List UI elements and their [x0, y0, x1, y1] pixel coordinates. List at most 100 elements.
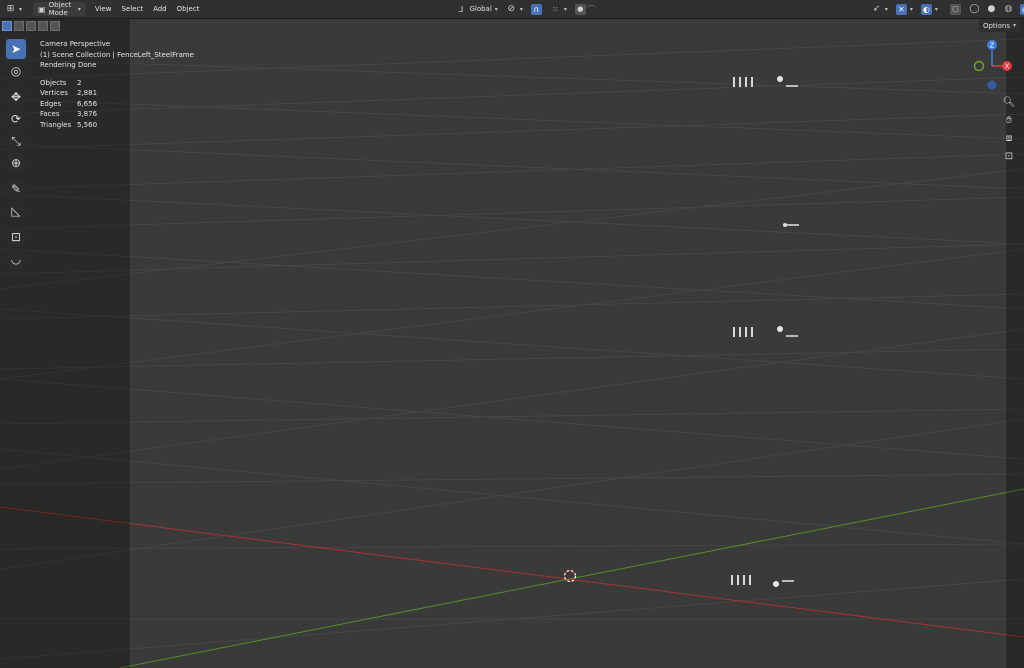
rotate-icon: ⟳ — [10, 112, 22, 126]
stat-label: Edges — [40, 99, 62, 108]
overlays-icon: ◐ — [920, 3, 932, 15]
xray-toggle[interactable]: ▢ — [947, 2, 964, 16]
transform-tool[interactable]: ⊕ — [6, 153, 26, 173]
stat-value: 5,560 — [77, 120, 98, 129]
light-objects-group-3[interactable] — [728, 324, 808, 346]
options-label: Options — [982, 21, 1010, 30]
add-cube-tool[interactable]: ⊡ — [6, 227, 26, 247]
editor-type-dropdown[interactable]: ⊞ ▾ — [2, 2, 25, 16]
tools-toolbar: ➤ ◎ ✥ ⟳ ⤡ ⊕ ✎ ◺ ⊡ ◡ — [6, 39, 30, 271]
scale-icon: ⤡ — [11, 133, 21, 148]
scale-tool[interactable]: ⤡ — [6, 131, 26, 151]
solid-shading-icon: ● — [987, 4, 996, 14]
lock-icon: ⊡ — [1004, 150, 1014, 162]
snap-grid-icon: ⁙ — [551, 4, 559, 14]
collection-line: (1) Scene Collection | FenceLeft_SteelFr… — [40, 50, 194, 59]
chevron-down-icon: ▾ — [77, 5, 81, 13]
view-name: Camera Perspective — [40, 40, 111, 48]
rendered-shading-icon: ◉ — [1019, 3, 1024, 15]
material-shading-icon: ◍ — [1004, 4, 1013, 14]
chevron-down-icon: ▾ — [884, 5, 888, 13]
stat-value: 6,656 — [77, 99, 98, 108]
gizmo-visibility-dropdown[interactable]: ➶ ▾ — [868, 2, 891, 16]
shading-rendered[interactable]: ◉▾ — [1017, 2, 1024, 16]
options-dropdown[interactable]: Options ▾ — [978, 19, 1020, 32]
stat-label: Faces — [40, 110, 60, 118]
pivot-point-dropdown[interactable]: ⊘ ▾ — [503, 2, 526, 16]
stat-label: Vertices — [40, 89, 68, 97]
select-extend-button[interactable] — [14, 21, 24, 31]
camera-view-button[interactable]: ⧈ — [1002, 131, 1016, 145]
gizmo-z-label: Z — [990, 42, 995, 50]
light-object-2[interactable] — [778, 219, 808, 231]
wireframe-shading-icon: ◯ — [969, 4, 980, 14]
xray-icon: ▢ — [949, 3, 961, 15]
shading-wireframe[interactable]: ◯ — [966, 2, 983, 16]
ruler-icon: ◺ — [11, 204, 21, 218]
cursor-tool[interactable]: ◎ — [6, 61, 26, 81]
select-box-tool[interactable]: ➤ — [6, 39, 26, 59]
hand-icon: ✋︎ — [1006, 114, 1012, 126]
select-intersect-button[interactable] — [50, 21, 60, 31]
move-tool[interactable]: ✥ — [6, 87, 26, 107]
measure-tool[interactable]: ◺ — [6, 201, 26, 221]
3d-viewport-icon: ⊞ — [6, 4, 15, 14]
menu-view[interactable]: View — [90, 5, 117, 13]
select-invert-button[interactable] — [38, 21, 48, 31]
stat-label: Objects — [40, 78, 67, 87]
annotate-tool[interactable]: ✎ — [6, 179, 26, 199]
falloff-icon: ⌒ — [586, 5, 596, 16]
shading-solid[interactable]: ● — [983, 2, 1000, 16]
tool-settings-bar: Options ▾ — [0, 19, 1024, 33]
stat-value: 2,881 — [77, 89, 98, 97]
proportional-edit-toggle[interactable]: ● ⌒ — [572, 2, 600, 16]
chevron-down-icon: ▾ — [934, 5, 938, 13]
navigation-gizmo[interactable]: Z X — [965, 36, 1021, 94]
3d-cursor-tool-icon: ◎ — [10, 64, 22, 78]
view-object-types-icon: ➶ — [872, 4, 881, 14]
cursor-arrow-icon: ➤ — [10, 42, 22, 56]
light-objects-group-4[interactable] — [726, 572, 806, 594]
magnet-icon: ∩ — [530, 3, 542, 15]
select-subtract-button[interactable] — [26, 21, 36, 31]
pivot-icon: ⊘ — [507, 4, 516, 14]
rotate-tool[interactable]: ⟳ — [6, 109, 26, 129]
x-axis-line — [0, 506, 1024, 638]
overlays-toggle[interactable]: ◐ ▾ — [918, 2, 941, 16]
pencil-icon: ✎ — [10, 182, 22, 196]
menu-object[interactable]: Object — [172, 5, 205, 13]
orientation-icon: ⅃ — [458, 4, 464, 14]
viewport-navigation-buttons: 🔍︎ ✋︎ ⧈ ⊡ — [1002, 95, 1018, 167]
gizmo-toggle[interactable]: ✕ ▾ — [893, 2, 916, 16]
select-new-button[interactable] — [2, 21, 12, 31]
curve-tool[interactable]: ◡ — [6, 249, 26, 269]
snap-target-dropdown[interactable]: ⁙ ▾ — [547, 2, 570, 16]
add-cube-icon: ⊡ — [10, 230, 22, 244]
scene-statistics: Objects 2 Vertices 2,881 Edges 6,656 Faces 3… — [40, 78, 194, 131]
gizmo-neg-z-axis[interactable] — [987, 80, 997, 90]
stat-label: Triangles — [40, 120, 72, 129]
menu-add[interactable]: Add — [148, 5, 172, 13]
pan-button[interactable]: ✋︎ — [1002, 113, 1016, 127]
light-objects-group-1[interactable] — [728, 74, 808, 96]
stat-value: 2 — [77, 78, 82, 87]
3d-cursor-icon[interactable] — [562, 568, 578, 584]
chevron-down-icon: ▾ — [1012, 22, 1016, 29]
mode-dropdown[interactable]: ▣ Object Mode ▾ — [33, 1, 86, 17]
chevron-down-icon: ▾ — [519, 5, 523, 13]
transform-orientation-dropdown[interactable]: ⅃ Global ▾ — [452, 2, 500, 16]
viewport-text-overlay: Camera Perspective (1) Scene Collection … — [40, 39, 194, 130]
gizmo-icon: ✕ — [895, 3, 907, 15]
shading-material[interactable]: ◍ — [1000, 2, 1017, 16]
snap-toggle[interactable]: ∩ — [528, 2, 545, 16]
chevron-down-icon: ▾ — [563, 5, 567, 13]
render-status: Rendering Done — [40, 61, 97, 69]
zoom-button[interactable]: 🔍︎ — [1002, 95, 1016, 109]
camera-icon: ⧈ — [1005, 132, 1013, 144]
zoom-icon: 🔍︎ — [1002, 96, 1016, 108]
lock-camera-button[interactable]: ⊡ — [1002, 149, 1016, 163]
gizmo-neg-y-axis[interactable] — [973, 60, 985, 72]
chevron-down-icon: ▾ — [19, 5, 23, 13]
menu-select[interactable]: Select — [116, 5, 148, 13]
object-mode-icon: ▣ — [38, 4, 46, 14]
